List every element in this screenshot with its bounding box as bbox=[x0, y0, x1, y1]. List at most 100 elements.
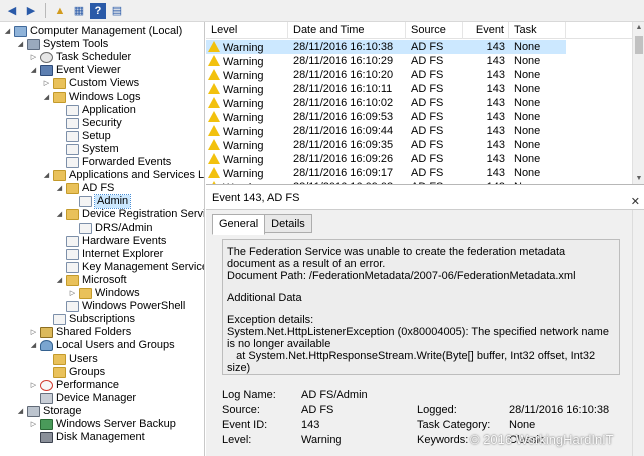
cell-event-id: 143 bbox=[463, 152, 505, 166]
tree-item[interactable]: ◢ Applications and Services Logs bbox=[42, 169, 204, 182]
expanded-arrow-icon[interactable]: ◢ bbox=[16, 405, 25, 418]
description-line bbox=[227, 304, 615, 314]
detail-title-text: Event 143, AD FS bbox=[212, 192, 300, 204]
up-folder-icon[interactable]: ▲ bbox=[52, 3, 68, 19]
tree-item[interactable]: Security bbox=[55, 117, 122, 130]
table-row[interactable]: Warning 28/11/2016 16:10:38 AD FS 143 None bbox=[206, 40, 566, 54]
grid-scrollbar[interactable]: ▲ ▼ bbox=[632, 22, 644, 184]
tree-item[interactable]: Admin bbox=[68, 194, 132, 210]
table-row[interactable]: Warning 28/11/2016 16:09:26 AD FS 143 None bbox=[206, 152, 566, 166]
expanded-arrow-icon[interactable]: ◢ bbox=[42, 91, 51, 104]
help-icon[interactable]: ? bbox=[90, 2, 106, 19]
tree-item[interactable]: ◢ AD FS bbox=[55, 182, 114, 195]
table-row[interactable]: Warning 28/11/2016 16:09:35 AD FS 143 None bbox=[206, 138, 566, 152]
tree-item[interactable]: Groups bbox=[42, 366, 105, 379]
cell-text: None bbox=[514, 83, 541, 95]
device-manager-icon bbox=[40, 392, 53, 404]
cell-event-id: 143 bbox=[463, 68, 505, 82]
column-event-id[interactable]: Event ID bbox=[463, 22, 509, 53]
expanded-arrow-icon[interactable]: ◢ bbox=[55, 274, 64, 287]
collapsed-arrow-icon[interactable]: ▷ bbox=[68, 287, 77, 300]
folder-icon bbox=[53, 91, 66, 103]
forward-icon[interactable]: ▶ bbox=[23, 3, 39, 19]
folder-icon bbox=[66, 183, 79, 195]
tree-item[interactable]: Windows PowerShell bbox=[55, 300, 185, 313]
show-hide-icon[interactable]: ▦ bbox=[71, 3, 87, 19]
cell-level: Warning bbox=[208, 110, 288, 124]
tree-item[interactable]: ▷ Task Scheduler bbox=[29, 51, 131, 64]
table-row[interactable]: Warning 28/11/2016 16:09:17 AD FS 143 None bbox=[206, 166, 566, 180]
warning-icon bbox=[208, 181, 220, 184]
column-task-category[interactable]: Task Cate... bbox=[509, 22, 566, 53]
tree-item[interactable]: Key Management Service bbox=[55, 261, 204, 274]
expanded-arrow-icon[interactable]: ◢ bbox=[55, 182, 64, 195]
tab-general[interactable]: General bbox=[212, 214, 266, 235]
column-source[interactable]: Source bbox=[406, 22, 463, 39]
expanded-arrow-icon[interactable]: ◢ bbox=[29, 64, 38, 77]
tree-item[interactable]: Forwarded Events bbox=[55, 156, 171, 169]
table-row[interactable]: Warning 28/11/2016 16:10:29 AD FS 143 None bbox=[206, 54, 566, 68]
scroll-down-icon[interactable]: ▼ bbox=[633, 173, 644, 184]
table-row[interactable]: Warning 28/11/2016 16:09:08 AD FS 143 None bbox=[206, 180, 566, 184]
cell-text: None bbox=[514, 41, 541, 53]
table-row[interactable]: Warning 28/11/2016 16:10:02 AD FS 143 None bbox=[206, 96, 566, 110]
tab-details[interactable]: Details bbox=[264, 214, 312, 233]
table-row[interactable]: Warning 28/11/2016 16:10:11 AD FS 143 None bbox=[206, 82, 566, 96]
column-date[interactable]: Date and Time bbox=[288, 22, 406, 39]
column-level[interactable]: Level bbox=[206, 22, 288, 39]
tree-item[interactable]: ◢ System Tools bbox=[16, 38, 108, 51]
cell-text: AD FS bbox=[411, 55, 444, 67]
expanded-arrow-icon[interactable]: ◢ bbox=[42, 169, 51, 182]
scroll-up-icon[interactable]: ▲ bbox=[633, 22, 644, 34]
description-line: System.Net.HttpListenerException (0x8000… bbox=[227, 326, 613, 350]
description-line: at System.Net.HttpResponseStream.Write(B… bbox=[227, 350, 599, 374]
expanded-arrow-icon[interactable]: ◢ bbox=[3, 25, 12, 38]
detail-scrollbar[interactable] bbox=[632, 210, 644, 456]
expanded-arrow-icon[interactable]: ◢ bbox=[55, 208, 64, 221]
properties-icon[interactable]: ▤ bbox=[109, 3, 125, 19]
tree-item[interactable]: ◢ Windows Logs bbox=[42, 91, 141, 104]
tree-item[interactable]: Application bbox=[55, 104, 136, 117]
description-line bbox=[227, 282, 615, 292]
tree-item[interactable]: DRS/Admin bbox=[68, 222, 152, 235]
tree-item[interactable]: ◢ Microsoft bbox=[55, 274, 127, 287]
collapsed-arrow-icon[interactable]: ▷ bbox=[29, 326, 38, 339]
log-name-value: AD FS/Admin bbox=[301, 389, 368, 401]
tree-item[interactable]: Users bbox=[42, 353, 98, 366]
tree-item[interactable]: ◢ Storage bbox=[16, 405, 82, 418]
tree-item[interactable]: Internet Explorer bbox=[55, 248, 163, 261]
collapsed-arrow-icon[interactable]: ▷ bbox=[29, 379, 38, 392]
cell-date: 28/11/2016 16:09:08 bbox=[293, 180, 408, 184]
cell-text: Warning bbox=[223, 112, 264, 124]
tree-item[interactable]: ▷ Windows bbox=[68, 287, 140, 300]
expanded-arrow-icon[interactable]: ◢ bbox=[16, 38, 25, 51]
tree-item[interactable]: ▷ Performance bbox=[29, 379, 119, 392]
collapsed-arrow-icon[interactable]: ▷ bbox=[29, 51, 38, 64]
tree-item[interactable]: Disk Management bbox=[29, 431, 145, 444]
table-row[interactable]: Warning 28/11/2016 16:09:44 AD FS 143 None bbox=[206, 124, 566, 138]
tree-item[interactable]: ◢ Computer Management (Local) bbox=[3, 25, 182, 38]
log-icon bbox=[66, 261, 79, 273]
tree-item[interactable]: System bbox=[55, 143, 119, 156]
tree-item[interactable]: Device Manager bbox=[29, 392, 136, 405]
cell-text: AD FS bbox=[411, 41, 444, 53]
tree-item[interactable]: ▷ Windows Server Backup bbox=[29, 418, 176, 431]
tree-item[interactable]: Subscriptions bbox=[42, 313, 135, 326]
tree-item[interactable]: ◢ Event Viewer bbox=[29, 64, 121, 77]
tree-item[interactable]: ▷ Shared Folders bbox=[29, 326, 131, 339]
table-row[interactable]: Warning 28/11/2016 16:09:53 AD FS 143 None bbox=[206, 110, 566, 124]
tree-item[interactable]: Setup bbox=[55, 130, 111, 143]
expanded-arrow-icon[interactable]: ◢ bbox=[29, 339, 38, 352]
tree-item[interactable]: ▷ Custom Views bbox=[42, 77, 139, 90]
description-line: at Microsoft.IdentityServer.Service.Fede… bbox=[227, 374, 615, 375]
tools-icon bbox=[27, 39, 40, 51]
tree-item[interactable]: Hardware Events bbox=[55, 235, 166, 248]
event-detail-pane: Event 143, AD FS ✕ General Details The F… bbox=[206, 186, 644, 456]
scroll-thumb[interactable] bbox=[635, 36, 643, 54]
collapsed-arrow-icon[interactable]: ▷ bbox=[42, 77, 51, 90]
tree-item[interactable]: ◢ Device Registration Service bbox=[55, 208, 204, 221]
tree-item[interactable]: ◢ Local Users and Groups bbox=[29, 339, 175, 352]
table-row[interactable]: Warning 28/11/2016 16:10:20 AD FS 143 None bbox=[206, 68, 566, 82]
back-icon[interactable]: ◀ bbox=[4, 3, 20, 19]
collapsed-arrow-icon[interactable]: ▷ bbox=[29, 418, 38, 431]
